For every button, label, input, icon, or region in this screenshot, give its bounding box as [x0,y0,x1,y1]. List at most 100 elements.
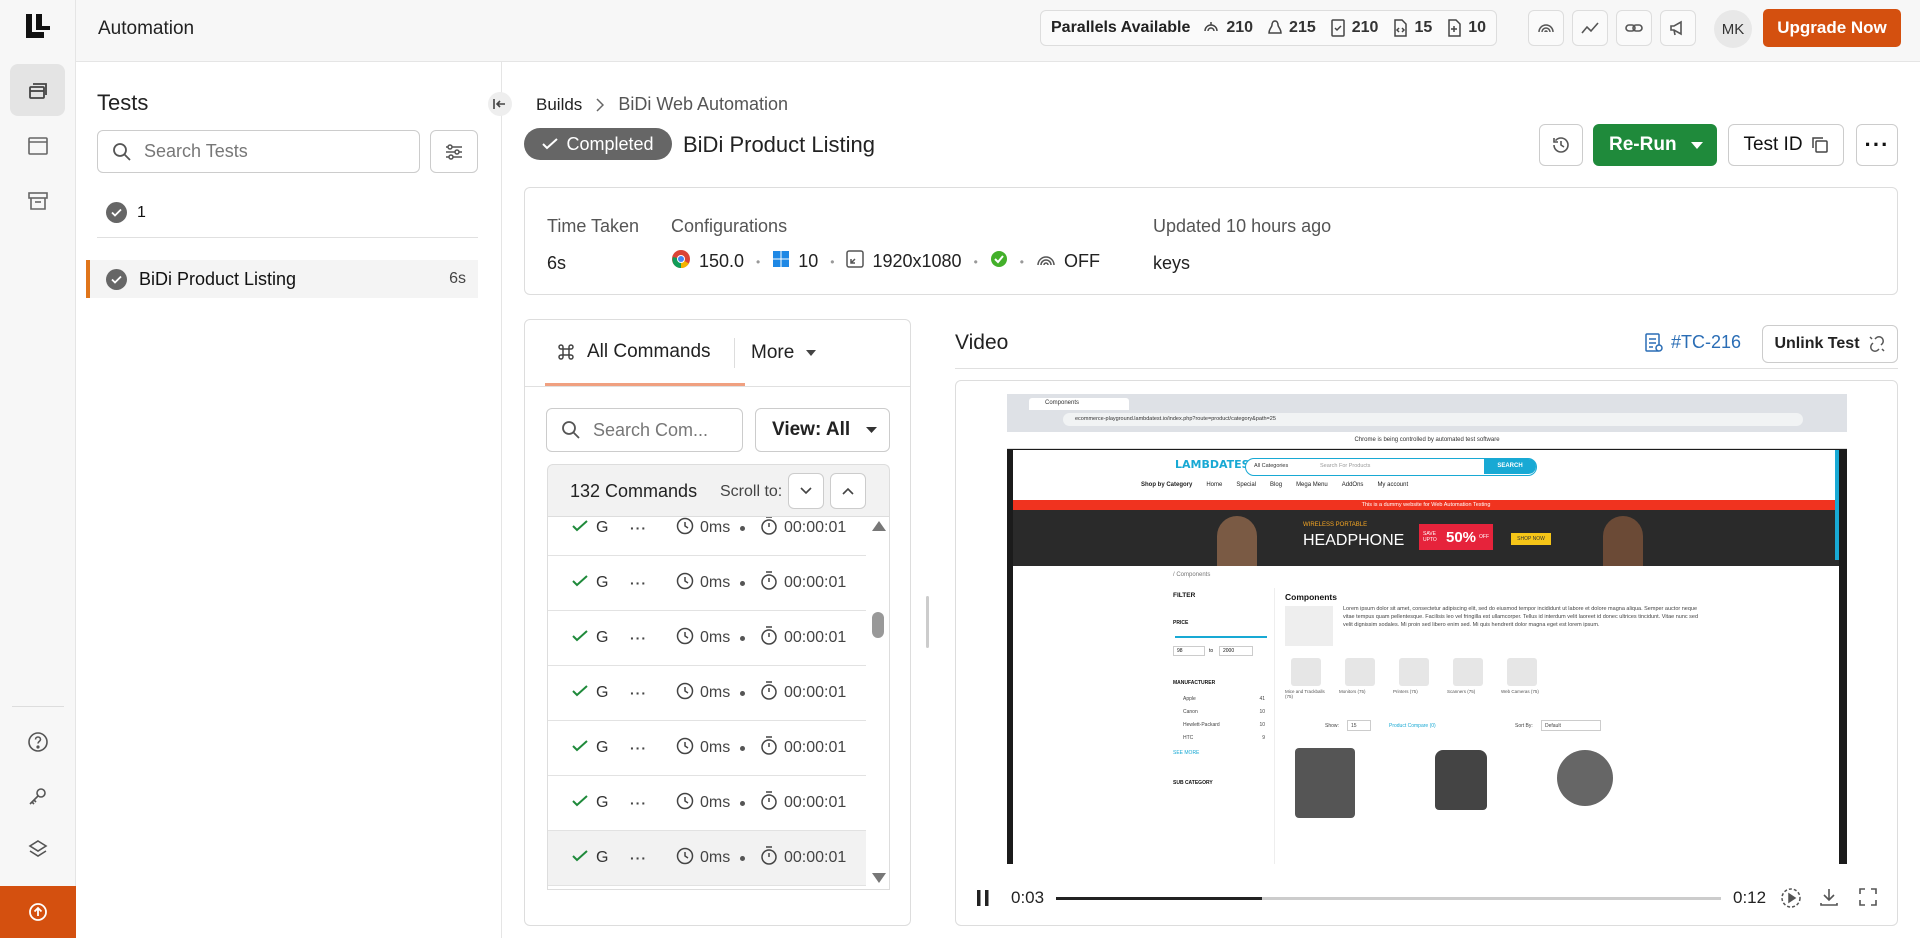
scrollbar-thumb[interactable] [872,612,884,638]
command-row[interactable]: G ··· 0ms 00:00:01 [548,831,866,886]
parallels-checklist-count: 210 [1351,19,1379,36]
more-options-button[interactable]: ··· [1856,124,1898,166]
breadcrumb-current: BiDi Web Automation [618,94,789,114]
scroll-down-arrow[interactable] [872,873,886,883]
chevron-down-icon[interactable] [1691,142,1703,149]
chrome-icon [671,249,691,274]
breadcrumb-builds[interactable]: Builds [536,95,582,115]
search-tests-input[interactable]: Search Tests [97,130,420,173]
completed-count: 1 [137,203,146,221]
command-more-button[interactable]: ··· [630,795,647,811]
app-title: Automation [98,18,195,39]
command-more-button[interactable]: ··· [630,740,647,756]
command-more-button[interactable]: ··· [630,575,647,591]
command-row[interactable]: G ··· 0ms 00:00:01 [548,611,866,666]
show-select: 15 [1347,720,1371,731]
status-badge: Completed [524,128,672,160]
command-more-button[interactable]: ··· [630,685,647,701]
separator-dot [740,580,745,586]
collapse-panel-icon[interactable] [488,92,512,116]
command-row[interactable]: G ··· 0ms 00:00:01 [548,666,866,721]
builds-nav-icon[interactable] [10,64,65,116]
history-button[interactable] [1539,124,1583,166]
lambdatest-logo[interactable] [24,12,52,42]
test-list-item[interactable]: BiDi Product Listing 6s [86,260,478,298]
progress-fill [1056,897,1263,900]
view-filter-select[interactable]: View: All [755,408,890,452]
checklist-icon [1330,19,1346,37]
integrations-icon[interactable] [10,824,65,876]
command-row[interactable]: G ··· 0ms 00:00:01 [548,517,866,556]
tests-panel: Tests Search Tests 1 BiDi Product Listin… [76,62,512,938]
automation-infobar: Chrome is being controlled by automated … [1007,432,1847,449]
test-info-card: Time Taken 6s Configurations 150.0 • 10 … [524,187,1898,295]
site-search-category: All Categories [1254,463,1289,469]
key-icon[interactable] [10,770,65,822]
rerun-button[interactable]: Re-Run [1593,124,1717,166]
completed-status-filter[interactable]: 1 [106,202,146,223]
site-filter: FILTER PRICE 98 to 2000 MANUFACTURER App… [1169,588,1275,864]
filter-label: FILTER [1173,592,1196,599]
upgrade-now-button[interactable]: Upgrade Now [1763,9,1901,47]
scroll-down-button[interactable] [788,473,824,509]
parallels-app-count: 10 [1468,19,1487,36]
filter-button[interactable] [430,130,478,173]
tab-all-label: All Commands [587,340,711,362]
status-label: Completed [566,133,654,154]
manufacturer-count: 41 [1259,696,1265,702]
scroll-up-button[interactable] [830,473,866,509]
tab-more[interactable]: More [751,342,817,364]
site-breadcrumb: / Components [1173,572,1211,578]
command-more-button[interactable]: ··· [630,630,647,646]
separator-dot [740,525,745,531]
subcategory-label: Monitors (75) [1339,689,1366,694]
command-name: G [596,794,609,811]
see-more-link: SEE MORE [1173,750,1200,756]
help-icon[interactable] [10,716,65,768]
scroll-up-arrow[interactable] [872,521,886,531]
unlink-test-button[interactable]: Unlink Test [1762,325,1898,363]
command-more-button[interactable]: ··· [630,850,647,866]
test-id-button[interactable]: Test ID [1728,124,1844,166]
sort-select: Default [1541,720,1601,731]
command-row[interactable]: G ··· 0ms 00:00:01 [548,556,866,611]
video-frame[interactable]: Components ecommerce-playground.lambdate… [1007,394,1847,864]
command-more-button[interactable]: ··· [630,520,647,536]
window-nav-icon[interactable] [10,120,65,172]
upgrade-rail-button[interactable] [0,886,76,938]
command-row[interactable]: G ··· 0ms 00:00:01 [548,776,866,831]
test-case-icon [1645,332,1663,352]
search-commands-input[interactable]: Search Com... [546,408,743,452]
subcategory-image [1453,658,1483,686]
commands-scrollbar[interactable] [866,517,889,889]
download-icon[interactable] [1819,887,1839,912]
command-timestamp: 00:00:01 [784,629,847,646]
test-case-link[interactable]: #TC-216 [1645,332,1741,353]
playback-speed-icon[interactable] [1780,887,1802,914]
video-title: Video [955,331,1009,354]
tunnel-icon[interactable] [1528,10,1564,46]
check-icon [572,739,588,757]
link-icon[interactable] [1616,10,1652,46]
tab-all-commands[interactable]: All Commands [545,320,745,386]
archive-nav-icon[interactable] [10,175,65,227]
command-timestamp: 00:00:01 [784,519,847,536]
left-rail [0,0,76,938]
announcement-icon[interactable] [1660,10,1696,46]
analytics-icon[interactable] [1572,10,1608,46]
browser-version: 150.0 [699,251,745,271]
parallels-available[interactable]: Parallels Available 210 215 210 15 10 [1040,10,1498,46]
site-nav-item: Special [1236,482,1257,488]
resize-handle[interactable] [926,596,929,648]
stopwatch-icon [760,845,778,871]
video-player[interactable]: Components ecommerce-playground.lambdate… [955,380,1898,926]
avatar[interactable]: MK [1714,10,1752,48]
chevron-down-icon [800,487,812,495]
command-row[interactable]: G ··· 0ms 00:00:01 [548,721,866,776]
subcategory-label: SUB CATEGORY [1173,780,1213,786]
pause-icon[interactable] [976,889,990,912]
page-scrollbar [1835,450,1839,560]
subcategory-tile: Scanners (75) [1447,658,1495,694]
progress-bar[interactable] [1056,897,1721,900]
fullscreen-icon[interactable] [1858,887,1878,912]
